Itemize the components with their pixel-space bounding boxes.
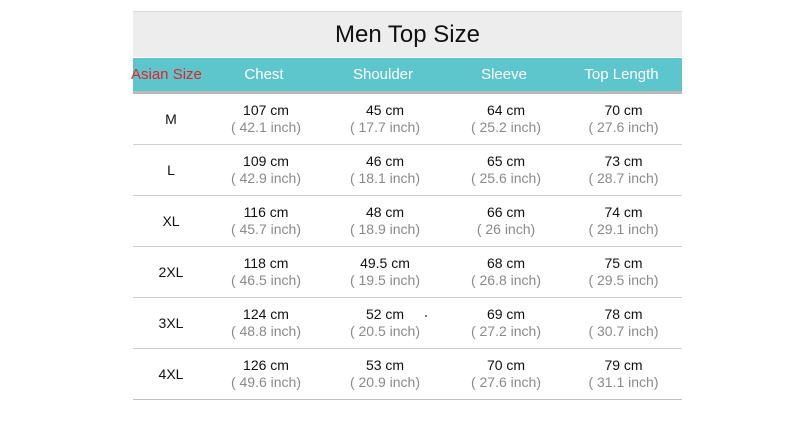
length-cm-value: 78 cm [604, 306, 643, 322]
sleeve-inch-value: ( 25.2 inch) [470, 119, 542, 135]
length-cell: 75 cm( 29.5 inch) [565, 255, 682, 289]
chart-title: Men Top Size [133, 11, 682, 57]
chest-inch-value: ( 42.1 inch) [230, 119, 302, 135]
table-row: M 107 cm( 42.1 inch) 45 cm( 17.7 inch) 64 c… [133, 94, 682, 145]
shoulder-cm-value: 49.5 cm [360, 255, 410, 271]
shoulder-cell: 45 cm( 17.7 inch) [323, 102, 447, 136]
chest-cell: 116 cm( 45.7 inch) [209, 204, 323, 238]
length-inch-value: ( 27.6 inch) [588, 119, 659, 135]
length-cell: 73 cm( 28.7 inch) [565, 153, 682, 187]
chest-cell: 109 cm( 42.9 inch) [209, 153, 323, 187]
length-inch-value: ( 29.5 inch) [588, 272, 659, 288]
sleeve-cell: 69 cm( 27.2 inch) [447, 306, 565, 340]
shoulder-cell: 48 cm( 18.9 inch) [323, 204, 447, 238]
chest-inch-value: ( 42.9 inch) [230, 170, 302, 186]
chest-cell: 126 cm( 49.6 inch) [209, 357, 323, 391]
chest-cm-value: 118 cm [243, 255, 289, 271]
chest-cm-value: 109 cm [243, 153, 289, 169]
table-row: L 109 cm( 42.9 inch) 46 cm( 18.1 inch) 65 c… [133, 145, 682, 196]
sleeve-inch-value: ( 25.6 inch) [470, 170, 542, 186]
length-cm-value: 73 cm [604, 153, 643, 169]
length-cm-value: 75 cm [604, 255, 643, 271]
sleeve-cm-value: 70 cm [486, 357, 526, 373]
shoulder-cm-value: 53 cm [365, 357, 405, 373]
shoulder-cell: 49.5 cm( 19.5 inch) [323, 255, 447, 289]
chest-cm-value: 107 cm [243, 102, 289, 118]
shoulder-cm-value: 48 cm [365, 204, 405, 220]
size-label: M [165, 111, 177, 127]
chest-inch-value: ( 48.8 inch) [230, 323, 302, 339]
sleeve-cell: 68 cm( 26.8 inch) [447, 255, 565, 289]
header-asian-size: Asian Size [131, 66, 202, 83]
size-label: 4XL [158, 366, 184, 382]
size-label: XL [162, 213, 180, 229]
sleeve-cm-value: 68 cm [486, 255, 526, 271]
sleeve-cell: 65 cm( 25.6 inch) [447, 153, 565, 187]
sleeve-cm-value: 65 cm [486, 153, 526, 169]
header-chest: Chest [244, 66, 284, 83]
size-chart: Men Top Size Asian Size Chest Shoulder S… [131, 11, 682, 400]
size-label: 2XL [158, 264, 184, 280]
table-row: 2XL 118 cm( 46.5 inch) 49.5 cm( 19.5 inch)… [133, 247, 682, 298]
sleeve-cm-value: 69 cm [486, 306, 526, 322]
table-row: 3XL 124 cm( 48.8 inch) 52 cm( 20.5 inch) 69… [133, 298, 682, 349]
size-label: 3XL [158, 315, 184, 331]
sleeve-cm-value: 64 cm [486, 102, 526, 118]
sleeve-inch-value: ( 27.2 inch) [470, 323, 542, 339]
chest-inch-value: ( 49.6 inch) [230, 374, 302, 390]
shoulder-inch-value: ( 18.9 inch) [349, 221, 421, 237]
length-cell: 79 cm( 31.1 inch) [565, 357, 682, 391]
chest-cm-value: 126 cm [243, 357, 289, 373]
header-shoulder: Shoulder [352, 66, 414, 83]
chest-cell: 107 cm( 42.1 inch) [209, 102, 323, 136]
shoulder-cell: 53 cm( 20.9 inch) [323, 357, 447, 391]
table-row: 4XL 126 cm( 49.6 inch) 53 cm( 20.9 inch) 70… [133, 349, 682, 400]
sleeve-inch-value: ( 26 inch) [476, 221, 536, 237]
length-inch-value: ( 28.7 inch) [588, 170, 659, 186]
size-label: L [167, 162, 175, 178]
shoulder-cm-value: 46 cm [365, 153, 405, 169]
chest-inch-value: ( 45.7 inch) [230, 221, 302, 237]
chest-cm-value: 116 cm [243, 204, 289, 220]
length-cm-value: 70 cm [604, 102, 643, 118]
length-inch-value: ( 31.1 inch) [588, 374, 659, 390]
sleeve-cell: 64 cm( 25.2 inch) [447, 102, 565, 136]
shoulder-inch-value: ( 18.1 inch) [349, 170, 421, 186]
sleeve-inch-value: ( 27.6 inch) [470, 374, 542, 390]
header-top-length: Top Length [584, 66, 659, 83]
chest-cell: 118 cm( 46.5 inch) [209, 255, 323, 289]
chest-cm-value: 124 cm [243, 306, 289, 322]
shoulder-inch-value: ( 20.5 inch) [349, 323, 421, 339]
length-cm-value: 74 cm [604, 204, 643, 220]
shoulder-inch-value: ( 17.7 inch) [349, 119, 421, 135]
chest-cell: 124 cm( 48.8 inch) [209, 306, 323, 340]
sleeve-inch-value: ( 26.8 inch) [470, 272, 542, 288]
shoulder-cm-value: 52 cm [365, 306, 405, 322]
shoulder-inch-value: ( 19.5 inch) [349, 272, 421, 288]
sleeve-cm-value: 66 cm [486, 204, 526, 220]
length-cell: 70 cm( 27.6 inch) [565, 102, 682, 136]
shoulder-cell: 46 cm( 18.1 inch) [323, 153, 447, 187]
length-cm-value: 79 cm [604, 357, 643, 373]
shoulder-inch-value: ( 20.9 inch) [349, 374, 421, 390]
table-body: M 107 cm( 42.1 inch) 45 cm( 17.7 inch) 64 c… [133, 94, 682, 400]
table-header: Asian Size Chest Shoulder Sleeve Top Len… [131, 57, 682, 94]
table-row: XL 116 cm( 45.7 inch) 48 cm( 18.9 inch) 66 … [133, 196, 682, 247]
shoulder-cm-value: 45 cm [365, 102, 405, 118]
length-cell: 74 cm( 29.1 inch) [565, 204, 682, 238]
length-inch-value: ( 30.7 inch) [588, 323, 659, 339]
sleeve-cell: 66 cm( 26 inch) [447, 204, 565, 238]
length-inch-value: ( 29.1 inch) [588, 221, 659, 237]
length-cell: 78 cm( 30.7 inch) [565, 306, 682, 340]
header-sleeve: Sleeve [481, 66, 527, 83]
chest-inch-value: ( 46.5 inch) [230, 272, 302, 288]
sleeve-cell: 70 cm( 27.6 inch) [447, 357, 565, 391]
stray-dot [425, 315, 427, 317]
shoulder-cell: 52 cm( 20.5 inch) [323, 306, 447, 340]
